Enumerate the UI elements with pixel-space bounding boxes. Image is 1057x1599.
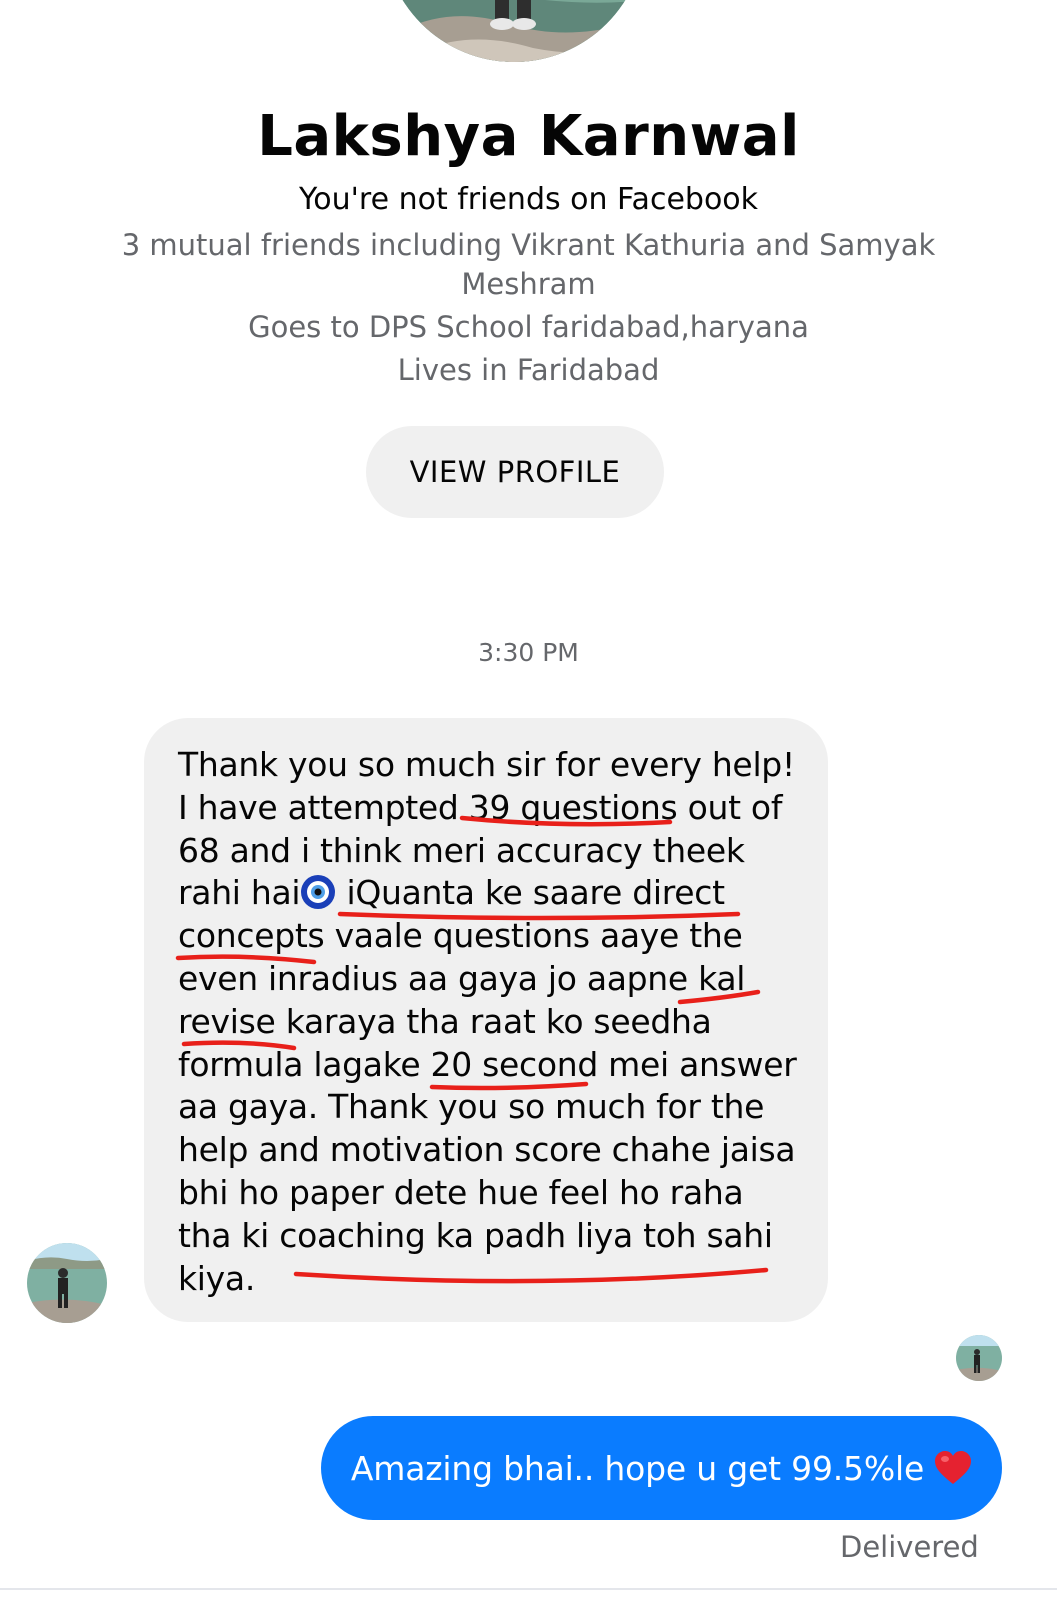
mutual-friends: 3 mutual friends including Vikrant Kathu… (121, 228, 936, 301)
profile-school: Goes to DPS School faridabad,haryana (248, 310, 809, 344)
profile-photo[interactable] (383, 0, 645, 62)
received-message-text: Thank you so much sir for every help! I … (178, 744, 808, 1300)
sent-message-bubble[interactable]: Amazing bhai.. hope u get 99.5%le (321, 1416, 1002, 1520)
profile-location: Lives in Faridabad (397, 353, 660, 387)
sender-avatar[interactable] (27, 1243, 107, 1323)
read-receipt-avatar (956, 1335, 1002, 1381)
received-message-part-2: iQuanta ke saare direct concepts vaale q… (178, 873, 797, 1298)
friend-status: You're not friends on Facebook (298, 182, 759, 217)
sent-message-text: Amazing bhai.. hope u get 99.5%le (350, 1448, 925, 1488)
view-profile-button[interactable]: VIEW PROFILE (366, 426, 664, 518)
profile-name: Lakshya Karnwal (257, 104, 800, 169)
nazar-amulet-icon (301, 875, 336, 910)
divider (0, 1588, 1057, 1590)
received-message-bubble[interactable]: Thank you so much sir for every help! I … (144, 718, 828, 1322)
red-heart-icon (935, 1451, 972, 1484)
messenger-conversation: Lakshya Karnwal You're not friends on Fa… (0, 0, 1057, 1599)
message-timestamp: 3:30 PM (478, 638, 579, 667)
delivery-status: Delivered (840, 1530, 979, 1564)
